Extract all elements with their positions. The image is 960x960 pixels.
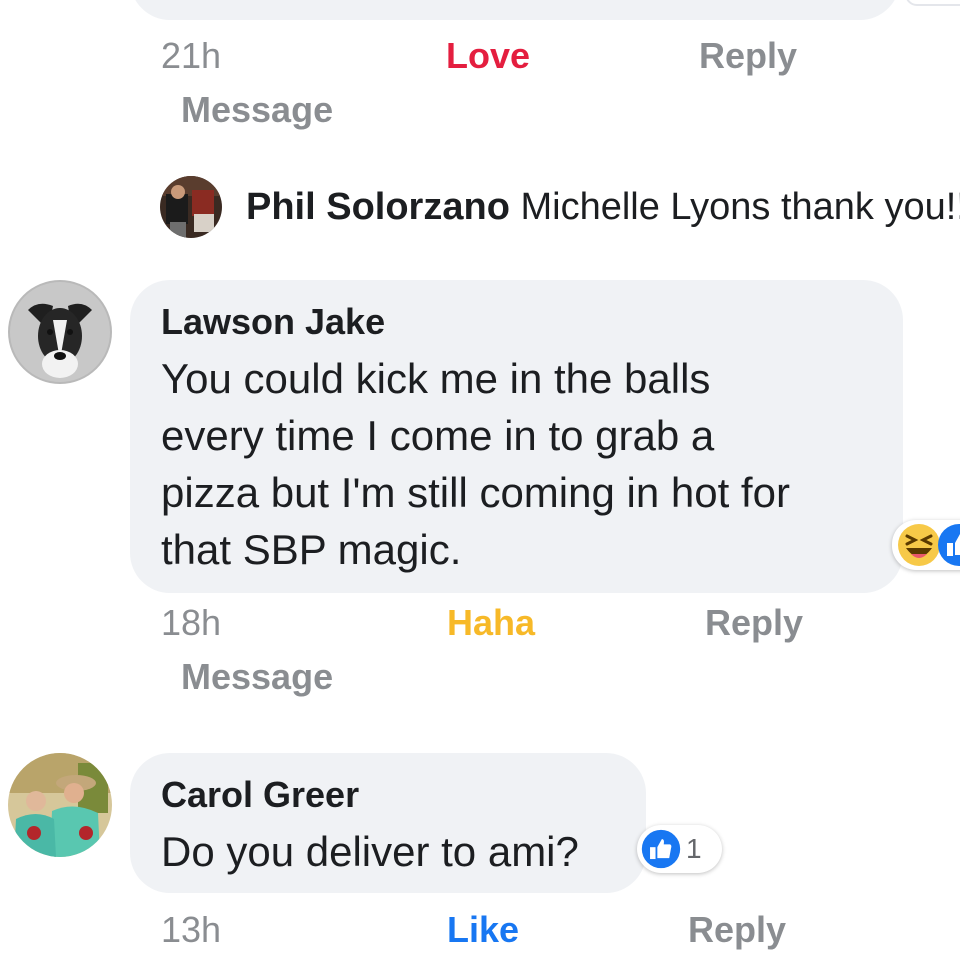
comment-timestamp: 13h [161,909,222,950]
avatar-phil-solorzano[interactable] [160,176,222,238]
dog-avatar-photo [8,280,112,384]
love-reaction-button[interactable]: Love [446,34,530,78]
reply-text-line: Phil Solorzano Michelle Lyons thank you!… [246,184,960,230]
avatar-lawson-jake[interactable] [8,280,112,384]
avatar-photo [160,176,222,238]
comment-text-line: pizza but I'm still coming in hot for [161,469,790,516]
comment-text-line: every time I come in to grab a [161,412,715,459]
comments-thread: 21h Love Reply Message Phil Solorzano Mi… [0,0,960,960]
like-emoji-icon [641,829,681,869]
reply-button[interactable]: Reply [699,34,797,78]
reaction-summary[interactable] [892,520,960,570]
reaction-summary[interactable]: 1 [637,825,722,873]
comment-timestamp: 21h [161,35,222,76]
like-emoji-icon [938,524,960,566]
comment-text-line: You could kick me in the balls [161,355,711,402]
comment-timestamp: 18h [161,602,222,643]
reaction-pill-partial[interactable] [905,0,960,6]
reply-button[interactable]: Reply [688,908,786,952]
reaction-count: 1 [686,833,702,864]
message-button[interactable]: Message [181,655,333,699]
comment-text: Do you deliver to ami? [161,828,579,875]
reply-author-name[interactable]: Phil Solorzano [246,186,510,228]
haha-reaction-button[interactable]: Haha [447,601,535,645]
comment-author-name[interactable]: Carol Greer [161,773,359,817]
previous-comment-bubble[interactable] [130,0,900,20]
reply-text: Michelle Lyons thank you!! [520,186,960,228]
comment-text-line: that SBP magic. [161,526,462,573]
like-reaction-button[interactable]: Like [447,908,519,952]
comment-bubble-carol[interactable]: Carol Greer Do you deliver to ami? [130,753,646,893]
comment-author-name[interactable]: Lawson Jake [161,300,385,344]
reply-button[interactable]: Reply [705,601,803,645]
message-button[interactable]: Message [181,88,333,132]
comment-bubble-lawson[interactable]: Lawson Jake You could kick me in the bal… [130,280,903,593]
avatar-photo [8,753,112,857]
avatar-carol-greer[interactable] [8,753,112,857]
